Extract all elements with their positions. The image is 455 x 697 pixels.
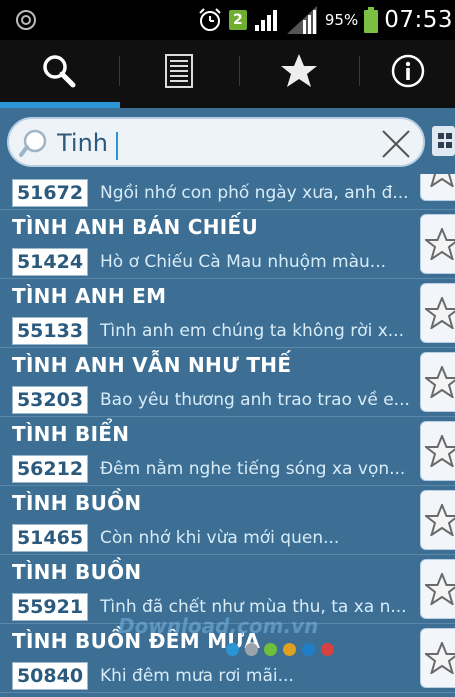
favorite-button[interactable] <box>420 559 455 619</box>
song-code: 56212 <box>12 455 88 483</box>
list-item[interactable]: TÌNH BUỒN 51465 Còn nhớ khi vừa mới quen… <box>0 486 455 555</box>
star-icon <box>425 642 455 674</box>
tab-list[interactable] <box>120 40 238 102</box>
star-icon <box>425 573 455 605</box>
song-title: TÌNH BUỒN <box>12 560 142 584</box>
signal-2-icon <box>286 6 317 34</box>
song-lyric: Ngồi nhớ con phố ngày xưa, anh đ... <box>100 183 409 203</box>
favorite-button[interactable] <box>420 214 455 274</box>
tab-info[interactable] <box>360 40 455 102</box>
watermark: Download.com.vn <box>118 614 319 638</box>
list-item[interactable]: TÌNH ANH EM 55133 Tình anh em chúng ta k… <box>0 279 455 348</box>
list-icon <box>165 54 193 88</box>
song-title: TÌNH BUỒN <box>12 491 142 515</box>
tab-bar <box>0 40 455 102</box>
star-icon <box>425 228 455 260</box>
song-lyric: Tình anh em chúng ta không rời x... <box>100 321 404 341</box>
song-title: TÌNH ANH EM <box>12 284 167 308</box>
watermark-dot <box>321 643 334 656</box>
tab-search[interactable] <box>0 40 118 102</box>
list-item[interactable]: TÌNH ANH BÁN CHIẾU 51424 Hò ơ Chiếu Cà M… <box>0 210 455 279</box>
list-item[interactable]: TÌNH ANH VẪN NHƯ THẾ 53203 Bao yêu thươn… <box>0 348 455 417</box>
clock: 07:53 <box>384 7 453 33</box>
star-icon <box>425 435 455 467</box>
song-lyric: Khi đêm mưa rơi mãi... <box>100 666 294 686</box>
info-icon <box>391 54 424 88</box>
favorite-button[interactable] <box>420 283 455 343</box>
song-code: 53203 <box>12 386 88 414</box>
song-title: TÌNH ANH VẪN NHƯ THẾ <box>12 353 292 377</box>
song-lyric: Bao yêu thương anh trao trao về e... <box>100 390 410 410</box>
song-lyric: Đêm nằm nghe tiếng sóng xa vọn... <box>100 459 406 479</box>
song-code: 55133 <box>12 317 88 345</box>
battery-icon <box>364 7 379 33</box>
favorite-button[interactable] <box>420 352 455 412</box>
sim-badge: 2 <box>228 10 247 30</box>
search-field-icon <box>19 129 47 157</box>
watermark-dots <box>226 643 334 656</box>
search-icon <box>43 55 76 88</box>
star-icon <box>425 504 455 536</box>
search-bar <box>0 108 455 174</box>
song-code: 51465 <box>12 524 88 552</box>
status-bar: 2 95% 07:53 <box>0 0 455 40</box>
grid-view-icon[interactable] <box>432 126 455 156</box>
search-input[interactable] <box>57 127 367 159</box>
favorite-button[interactable] <box>420 490 455 550</box>
watermark-dot <box>245 643 258 656</box>
song-title: TÌNH BIỂN <box>12 422 130 446</box>
star-icon <box>425 366 455 398</box>
clear-icon[interactable] <box>381 129 411 159</box>
power-icon <box>16 10 36 30</box>
song-code: 50840 <box>12 662 88 690</box>
song-code: 51424 <box>12 248 88 276</box>
star-icon <box>281 54 317 87</box>
song-lyric: Còn nhớ khi vừa mới quen... <box>100 528 340 548</box>
signal-icon <box>254 10 277 31</box>
song-lyric: Hò ơ Chiếu Cà Mau nhuộm màu... <box>100 252 387 272</box>
watermark-dot <box>302 643 315 656</box>
favorite-button[interactable] <box>420 174 455 201</box>
star-icon <box>425 297 455 329</box>
list-item[interactable]: 51672 Ngồi nhớ con phố ngày xưa, anh đ..… <box>0 174 455 210</box>
battery-percent: 95% <box>324 11 359 29</box>
watermark-dot <box>226 643 239 656</box>
search-box[interactable] <box>7 117 425 167</box>
song-code: 55921 <box>12 593 88 621</box>
text-caret <box>116 132 118 160</box>
song-code: 51672 <box>12 179 88 207</box>
favorite-button[interactable] <box>420 421 455 481</box>
watermark-dot <box>283 643 296 656</box>
tab-favorites[interactable] <box>240 40 358 102</box>
star-icon <box>430 174 454 187</box>
alarm-icon <box>199 8 221 31</box>
song-title: TÌNH ANH BÁN CHIẾU <box>12 215 259 239</box>
watermark-dot <box>264 643 277 656</box>
list-item[interactable]: TÌNH BIỂN 56212 Đêm nằm nghe tiếng sóng … <box>0 417 455 486</box>
favorite-button[interactable] <box>420 628 455 688</box>
